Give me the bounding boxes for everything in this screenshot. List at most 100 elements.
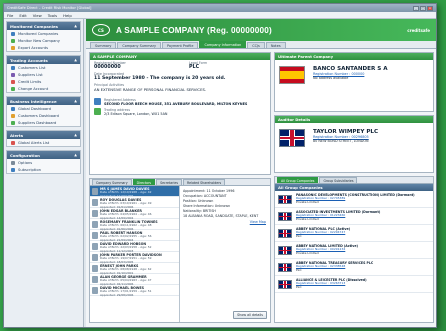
flag-stripe [280, 136, 304, 140]
list-item[interactable]: PANASONIC DEVELOPMENTS (CONSTRUCTION) LI… [275, 191, 433, 208]
auditor-details: TAYLOR WIMPEY PLC Registration Number : … [313, 129, 378, 147]
person-text: JOHN PARKER PORTER DAVIDSON Date of Birth… [100, 253, 162, 264]
tab-notes[interactable]: Notes [265, 42, 286, 48]
list-item[interactable]: ERNEST JOHN PARKS Date of Birth: 08/08/19… [90, 263, 179, 274]
company-banner: CS A SAMPLE COMPANY (Reg. 00000000) cred… [86, 19, 436, 41]
tab-payment-profile[interactable]: Payment Profile [161, 42, 199, 48]
flag-stripe [279, 249, 291, 252]
chevron-up-icon[interactable]: ▲ [74, 58, 77, 62]
company-type: Private Limited [296, 250, 319, 255]
tab-company-information[interactable]: Company Information [199, 41, 247, 48]
flag-stripe [279, 198, 291, 201]
person-text: ROSEMARY FRANKLIN TOWNES Date of Birth: 0… [100, 220, 158, 231]
company-text: PANASONIC DEVELOPMENTS (CONSTRUCTION) LI… [296, 193, 415, 205]
sidebar-group-header[interactable]: Alerts ▲ [7, 131, 80, 139]
tab-secretaries[interactable]: Secretaries [156, 179, 183, 185]
group-title: Business Intelligence [10, 98, 57, 104]
tab-ccjs[interactable]: CCJs [247, 42, 265, 48]
sidebar-item[interactable]: Suppliers List [7, 71, 80, 78]
list-item[interactable]: ABBEY NATIONAL TREASURY SERVICES PLC Regi… [275, 259, 433, 276]
tab-company-summary[interactable]: Company Summary [117, 42, 161, 48]
sidebar-item[interactable]: Credit Limits [7, 78, 80, 85]
person-icon [92, 276, 98, 283]
company-info-panel: A SAMPLE COMPANY Registered Number 00000… [89, 52, 271, 175]
menu-view[interactable]: View [33, 13, 42, 18]
trading-address-field: Trading address 2/3 Edison Square, Londo… [90, 107, 270, 117]
company-type: PLC [296, 233, 302, 238]
menu-edit[interactable]: Edit [19, 13, 26, 18]
list-item[interactable]: JOHN EDGAR BLANKER Date of Birth: 04/05/1… [90, 208, 179, 219]
maximize-button[interactable]: □ [420, 5, 426, 11]
chevron-up-icon[interactable]: ▲ [74, 24, 77, 28]
tab-all-group-companies[interactable]: All Group Companies [277, 177, 319, 183]
list-item[interactable]: ABBEY NATIONAL PLC (Active) Registration … [275, 225, 433, 242]
sidebar-item[interactable]: Customers List [7, 64, 80, 71]
tab-directors[interactable]: Directors [132, 179, 156, 185]
show-all-details-button[interactable]: Show all details [233, 311, 267, 319]
registered-address-block: Registered Address SECOND FLOOR BEECH HO… [104, 98, 247, 106]
company-reg-link[interactable]: Registration Number : 02294747 [296, 230, 350, 235]
company-text: ABBEY NATIONAL TREASURY SERVICES PLC Regi… [296, 261, 373, 273]
sidebar-item[interactable]: Change Account [7, 85, 80, 92]
menu-file[interactable]: File [7, 13, 13, 18]
flag-stripe [279, 283, 291, 286]
auditor-body: TAYLOR WIMPEY PLC Registration Number : … [275, 123, 433, 153]
list-item[interactable]: ALAN GEORGE GRAMMER Date of Birth: 05/04/… [90, 274, 179, 285]
close-button[interactable]: × [427, 5, 433, 11]
auditor-header: Auditor Details [275, 116, 433, 123]
view-map-link[interactable]: View Map [250, 220, 266, 224]
sidebar-group-header[interactable]: Monitored Companies ▲ [7, 22, 80, 30]
registered-address-value: SECOND FLOOR BEECH HOUSE, 351 AVEBURY BO… [104, 102, 248, 106]
sidebar-group-header[interactable]: Business Intelligence ▲ [7, 97, 80, 105]
sidebar-item[interactable]: Suppliers Dashboard [7, 119, 80, 126]
list-item[interactable]: DAVID MICHAEL BOWES Date of Birth: 17/01/… [90, 285, 179, 296]
sidebar-item-label: Monitor New Company [18, 38, 60, 43]
sidebar-item[interactable]: Subscription [7, 166, 80, 173]
sidebar-group-header[interactable]: Configuration ▲ [7, 151, 80, 159]
tab-company-summary[interactable]: Company Summary [92, 179, 132, 185]
chevron-up-icon[interactable]: ▲ [74, 153, 77, 157]
list-item[interactable]: ALLIANCE & LEICESTER PLC (Dissolved) Regi… [275, 276, 433, 293]
registered-address-field: Registered Address SECOND FLOOR BEECH HO… [90, 97, 270, 107]
minimize-button[interactable]: _ [413, 5, 419, 11]
company-type: PLC [296, 284, 302, 289]
sidebar-item[interactable]: Export Accounts [7, 44, 80, 51]
list-item[interactable]: ROY DOUGLAS DAVIES Date of Birth: 03/10/1… [90, 197, 179, 208]
dashboard-icon [11, 106, 15, 111]
bell-icon [11, 140, 15, 145]
sidebar-item[interactable]: Customers Dashboard [7, 112, 80, 119]
list-item[interactable]: JOHN PARKER PORTER DAVIDSON Date of Birth… [90, 252, 179, 263]
sidebar-item[interactable]: Global Dashboard [7, 105, 80, 112]
uk-flag-icon [279, 129, 305, 147]
app-window: CreditSafe Direct – Credit Risk Monitor … [3, 3, 437, 328]
page-title: A SAMPLE COMPANY (Reg. 00000000) [116, 25, 272, 35]
tab-related-shareholders[interactable]: Related Shareholders [183, 179, 226, 185]
trading-address-block: Trading address 2/3 Edison Square, Londo… [104, 108, 167, 116]
parent-company-details: BANCO SANTANDER S A Registration Number … [313, 66, 388, 84]
menu-help[interactable]: Help [63, 13, 72, 18]
sidebar-item[interactable]: Global Alerts List [7, 139, 80, 146]
list-item[interactable]: DAVID EDWARD HOBSON Date of Birth: 22/03/… [90, 241, 179, 252]
chevron-up-icon[interactable]: ▲ [74, 133, 77, 137]
truck-icon [11, 72, 15, 77]
chevron-up-icon[interactable]: ▲ [74, 99, 77, 103]
add-icon [11, 38, 15, 43]
list-item[interactable]: PAUL ROBERT HANSON Date of Birth: 02/02/1… [90, 230, 179, 241]
people-body: MR S JAMES DAVID DAVIES Date of Birth: 12… [90, 186, 270, 322]
sidebar-item[interactable]: Options [7, 159, 80, 166]
sidebar-item[interactable]: Monitored Companies [7, 30, 80, 37]
sidebar-group-bi: Business Intelligence ▲ Global Dashboard … [6, 96, 81, 127]
sidebar-item[interactable]: Monitor New Company [7, 37, 80, 44]
sidebar-group-header[interactable]: Trading Accounts ▲ [7, 56, 80, 64]
tab-summary[interactable]: Summary [90, 42, 117, 48]
list-item[interactable]: ROSEMARY FRANKLIN TOWNES Date of Birth: 0… [90, 219, 179, 230]
tab-group-subsidiaries[interactable]: Group Subsidiaries [319, 177, 358, 183]
menu-tools[interactable]: Tools [48, 13, 57, 18]
parent-company-panel: Ultimate Parent Company BANCO SANTANDER … [274, 52, 434, 112]
list-item[interactable]: MR S JAMES DAVID DAVIES Date of Birth: 12… [90, 186, 179, 197]
person-detail-pane: Appointment: 11 October 1996 Occupation:… [180, 186, 270, 322]
sidebar-item-label: Subscription [18, 167, 41, 172]
list-item[interactable]: ASSOCIATED INVESTMENTS LIMITED (Dormant)… [275, 208, 433, 225]
list-item[interactable]: ABBEY NATIONAL LIMITED (Active) Registrat… [275, 242, 433, 259]
detail-button-row: Show all details [233, 311, 267, 319]
